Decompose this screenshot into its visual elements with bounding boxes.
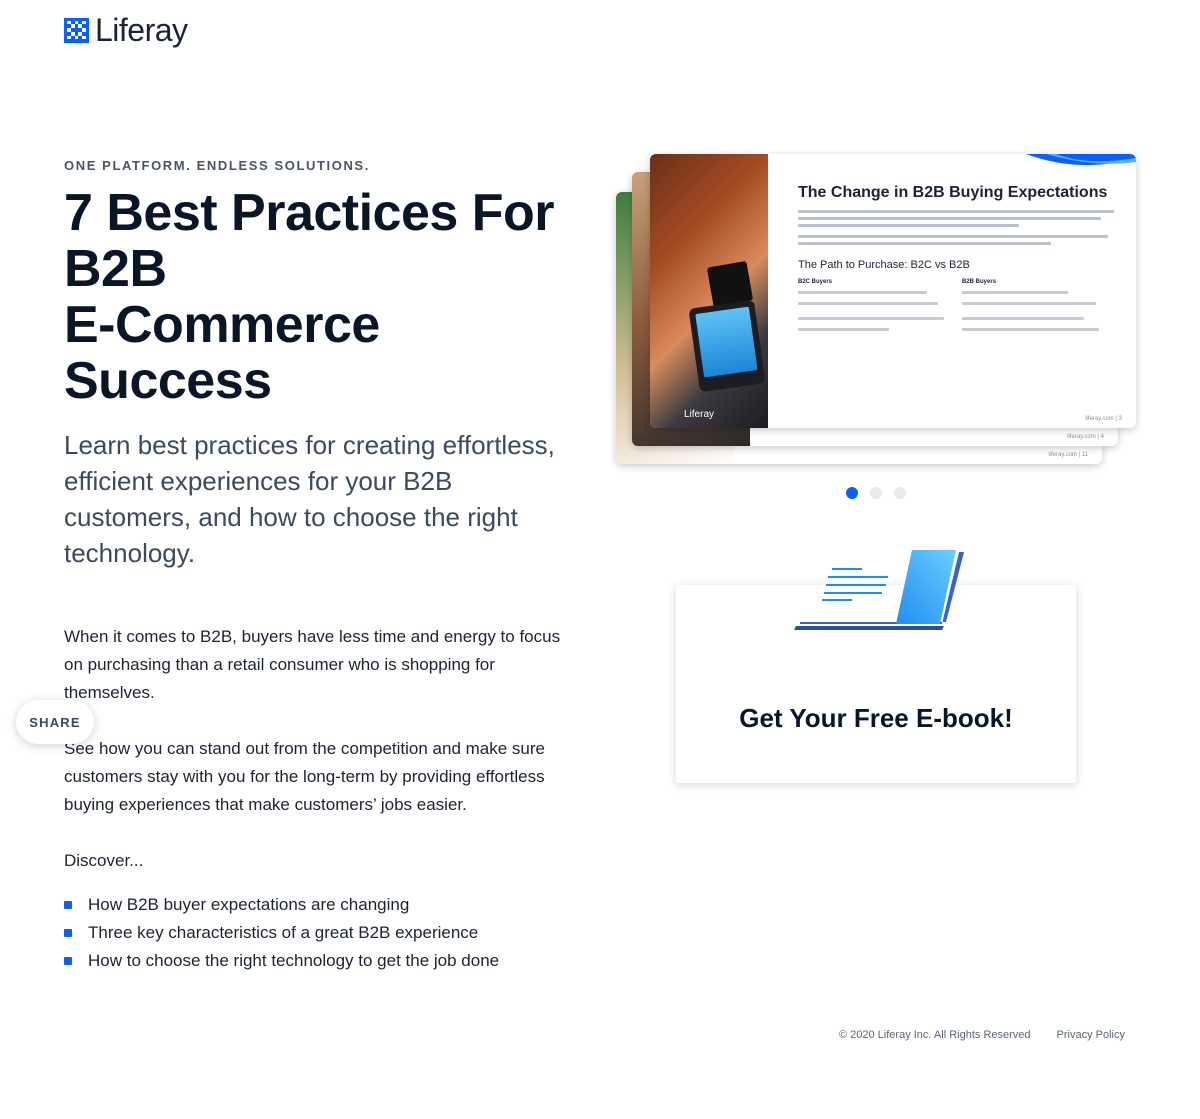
- list-item: How to choose the right technology to ge…: [64, 947, 584, 975]
- list-item: Three key characteristics of a great B2B…: [64, 919, 584, 947]
- hero-section: ONE PLATFORM. ENDLESS SOLUTIONS. 7 Best …: [64, 158, 584, 975]
- tablet-image: [688, 299, 766, 393]
- page-title: 7 Best Practices For B2B E-Commerce Succ…: [64, 184, 555, 410]
- page-number: liferay.com | 4: [1067, 434, 1104, 440]
- carousel-pagination: [846, 487, 906, 499]
- list-item-text: Three key characteristics of a great B2B…: [88, 923, 479, 942]
- discover-list: How B2B buyer expectations are changing …: [64, 891, 584, 975]
- discover-label: Discover...: [64, 851, 144, 870]
- carousel-slide-front: Liferay The Change in B2B Buying Expecta…: [650, 154, 1136, 428]
- list-item: How B2B buyer expectations are changing: [64, 891, 584, 919]
- list-item-text: How B2B buyer expectations are changing: [88, 895, 410, 914]
- page-subtitle: Learn best practices for creating effort…: [64, 430, 555, 568]
- site-header: Liferay: [64, 14, 188, 46]
- liferay-logo-icon[interactable]: [64, 17, 89, 43]
- get-ebook-button[interactable]: Get Your Free E-book!: [676, 703, 1076, 734]
- slide-content: The Change in B2B Buying Expectations Th…: [798, 184, 1114, 339]
- slide-columns: B2C Buyers B2B Buyers: [798, 279, 1114, 339]
- body-paragraph-2: See how you can stand out from the compe…: [64, 739, 545, 814]
- page-number: liferay.com | 3: [1085, 416, 1122, 422]
- carousel-dot-3[interactable]: [894, 487, 906, 499]
- slide-photo-logo: Liferay: [684, 409, 715, 420]
- carousel-dot-1[interactable]: [846, 487, 858, 499]
- privacy-policy-link[interactable]: Privacy Policy: [1057, 1029, 1125, 1041]
- column-heading: B2B Buyers: [962, 279, 997, 285]
- body-paragraph-1: When it comes to B2B, buyers have less t…: [64, 627, 561, 702]
- column-heading: B2C Buyers: [798, 279, 833, 285]
- eyebrow-text: ONE PLATFORM. ENDLESS SOLUTIONS.: [64, 158, 370, 173]
- copyright-text: © 2020 Liferay Inc. All Rights Reserved: [838, 1029, 1031, 1041]
- share-button[interactable]: SHARE: [16, 700, 94, 744]
- brand-name[interactable]: Liferay: [95, 14, 188, 46]
- slide-swoosh-icon: [1026, 154, 1136, 166]
- carousel-dot-2[interactable]: [870, 487, 882, 499]
- ebook-icon: [794, 550, 964, 630]
- slide-title: The Change in B2B Buying Expectations: [798, 184, 1108, 201]
- slide-body-lines: [798, 210, 1114, 245]
- bullet-icon: [64, 929, 72, 937]
- slide-photo: Liferay: [650, 154, 768, 428]
- list-item-text: How to choose the right technology to ge…: [88, 951, 500, 970]
- slide-subtitle: The Path to Purchase: B2C vs B2B: [798, 259, 970, 271]
- page-number: liferay.com | 11: [1048, 452, 1088, 458]
- page-footer: © 2020 Liferay Inc. All Rights Reserved …: [839, 1029, 1125, 1041]
- bullet-icon: [64, 957, 72, 965]
- bullet-icon: [64, 901, 72, 909]
- ebook-preview-carousel[interactable]: liferay.com | 11 liferay.com | 4 Liferay…: [614, 152, 1140, 472]
